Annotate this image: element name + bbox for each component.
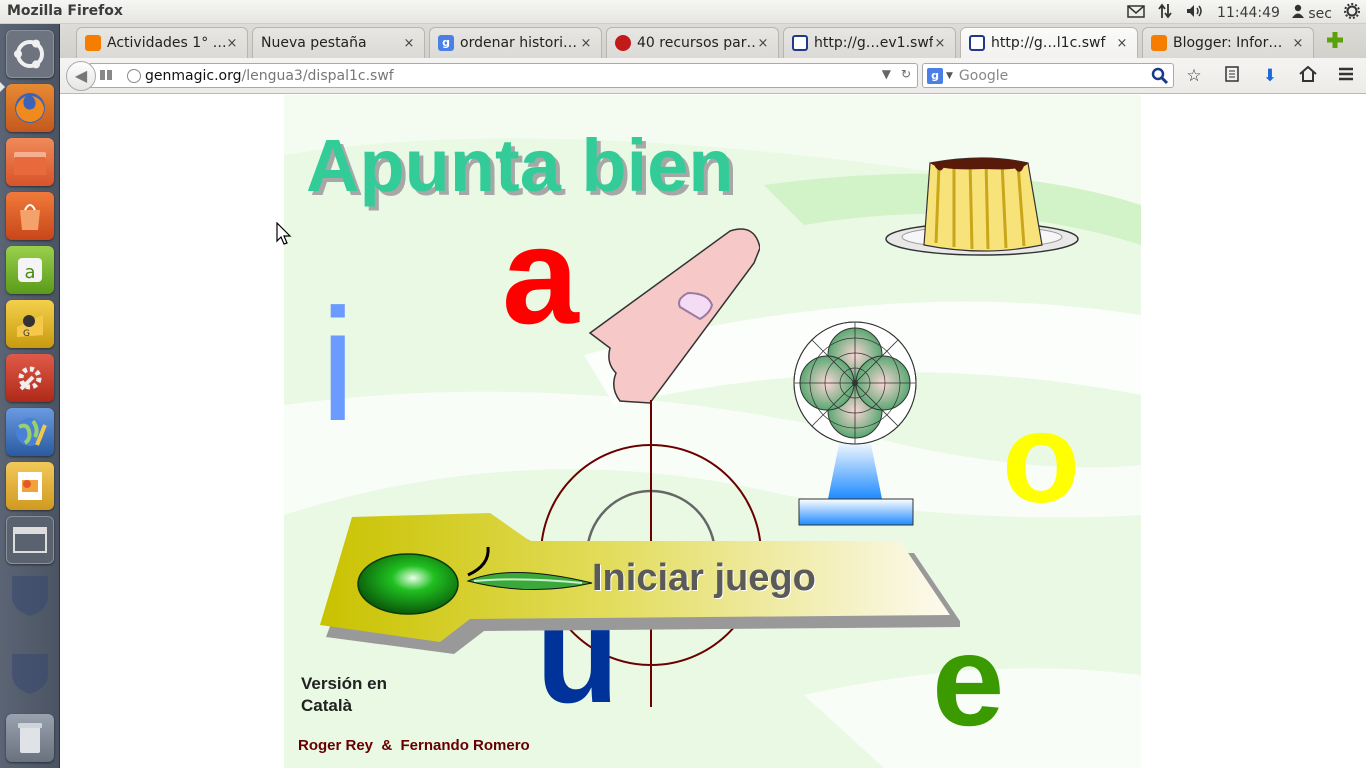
close-icon[interactable]: ×	[756, 36, 770, 51]
decorative-shield-icon	[6, 570, 54, 618]
show-history-icon[interactable]	[99, 68, 113, 86]
tab-blogger[interactable]: Blogger: Infor… ×	[1142, 27, 1314, 58]
tab-ev1-swf[interactable]: http://g…ev1.swf ×	[783, 27, 956, 58]
close-icon[interactable]: ×	[579, 36, 593, 51]
close-icon[interactable]: ×	[402, 36, 416, 51]
game-title: Apunta bien	[306, 124, 734, 207]
grid-icon	[969, 35, 985, 51]
ubuntu-dash-icon[interactable]	[6, 30, 54, 78]
tab-label: http://g…l1c.swf	[991, 35, 1106, 51]
home-icon[interactable]	[1298, 65, 1318, 87]
google-icon: g	[438, 35, 454, 51]
tab-bar: Actividades 1° … × Nueva pestaña × g ord…	[60, 24, 1366, 58]
svg-text:G: G	[23, 329, 30, 339]
launcher: a G	[0, 24, 60, 768]
running-indicator	[0, 82, 5, 92]
page-content: Apunta bien a i o e u Iniciar juego Vers…	[60, 95, 1366, 768]
search-icon[interactable]	[1151, 67, 1169, 89]
network-arrows-icon[interactable]	[1157, 3, 1173, 23]
flan-picture[interactable]	[884, 153, 1084, 273]
text-editor-icon[interactable]: a	[6, 246, 54, 294]
catalan-version-link[interactable]: Versión en Català	[301, 673, 387, 717]
search-placeholder: Google	[958, 67, 1009, 84]
grid-icon	[792, 35, 808, 51]
fan-picture[interactable]	[790, 321, 920, 531]
files-icon[interactable]	[6, 138, 54, 186]
system-tray: 11:44:49 sec	[1127, 3, 1360, 23]
software-center-icon[interactable]	[6, 192, 54, 240]
tab-nueva-pestana[interactable]: Nueva pestaña ×	[252, 27, 425, 58]
mail-icon[interactable]	[1127, 4, 1145, 22]
google-search-engine-icon[interactable]: g	[927, 67, 943, 84]
letter-o[interactable]: o	[1002, 395, 1080, 523]
dropdown-arrow-icon[interactable]: ▼	[882, 67, 891, 81]
tab-40-recursos[interactable]: 40 recursos par… ×	[606, 27, 779, 58]
system-top-bar: Mozilla Firefox 11:44:49 sec	[0, 0, 1366, 24]
toolbar-icons: ☆ ⬇	[1184, 65, 1356, 87]
volume-icon[interactable]	[1185, 3, 1205, 23]
blogger-icon	[1151, 35, 1167, 51]
bookmark-star-icon[interactable]: ☆	[1184, 66, 1204, 87]
tab-actividades[interactable]: Actividades 1° … ×	[76, 27, 248, 58]
close-icon[interactable]: ×	[933, 36, 947, 51]
flash-game-stage[interactable]: Apunta bien a i o e u Iniciar juego Vers…	[284, 95, 1141, 768]
letter-a[interactable]: a	[502, 207, 579, 345]
globe-icon	[127, 68, 141, 83]
authors-credit: Roger Rey & Fernando Romero	[298, 737, 530, 754]
tab-label: Nueva pestaña	[261, 35, 367, 51]
new-tab-plus-icon[interactable]	[1324, 30, 1346, 52]
tab-label: http://g…ev1.swf	[814, 35, 933, 51]
mouse-pointer-icon	[276, 222, 292, 245]
tab-label: 40 recursos par…	[637, 35, 756, 51]
tab-label: ordenar histori…	[460, 35, 577, 51]
back-arrow-icon: ◀	[74, 66, 88, 85]
navigation-bar: genmagic.org/lengua3/dispal1c.swf ▼ ↻ ◀ …	[60, 58, 1366, 94]
url-bar[interactable]: genmagic.org/lengua3/dispal1c.swf ▼ ↻	[90, 63, 918, 88]
apple-icon	[615, 35, 631, 51]
url-path: /lengua3/dispal1c.swf	[241, 67, 394, 84]
tab-label: Actividades 1° …	[107, 35, 225, 51]
search-box[interactable]: g ▼ Google	[922, 63, 1174, 88]
tab-dispal1c-swf[interactable]: http://g…l1c.swf ×	[960, 27, 1138, 58]
catalan-version-line2: Català	[301, 696, 353, 715]
clock-text[interactable]: 11:44:49	[1217, 5, 1280, 21]
menu-hamburger-icon[interactable]	[1336, 66, 1356, 87]
web-browser-icon[interactable]	[6, 408, 54, 456]
url-host: genmagic.org	[145, 67, 242, 84]
tab-ordenar-historias[interactable]: g ordenar histori… ×	[429, 27, 602, 58]
svg-text:a: a	[24, 262, 35, 283]
downloads-icon[interactable]: ⬇	[1260, 66, 1280, 87]
decorative-shield-icon	[6, 648, 54, 696]
window-title: Mozilla Firefox	[7, 3, 123, 19]
firefox-icon[interactable]	[6, 84, 54, 132]
user-menu[interactable]: sec	[1291, 4, 1332, 22]
trash-icon[interactable]	[6, 714, 54, 762]
fingernail-picture[interactable]	[580, 223, 760, 413]
workspace-switcher-icon[interactable]	[6, 516, 54, 564]
tab-label: Blogger: Infor…	[1173, 35, 1283, 51]
close-icon[interactable]: ×	[225, 36, 239, 51]
user-icon	[1291, 4, 1308, 22]
power-gear-icon[interactable]	[1344, 3, 1360, 23]
close-icon[interactable]: ×	[1291, 36, 1305, 51]
back-button[interactable]: ◀	[66, 61, 96, 91]
blogger-icon	[85, 35, 101, 51]
impress-presentation-icon[interactable]	[6, 462, 54, 510]
user-name: sec	[1308, 6, 1332, 22]
reload-icon[interactable]: ↻	[901, 67, 911, 81]
close-icon[interactable]: ×	[1115, 36, 1129, 51]
search-engine-dropdown-icon[interactable]: ▼	[946, 71, 953, 81]
catalan-version-line1: Versión en	[301, 674, 387, 693]
bookmarks-menu-icon[interactable]	[1222, 66, 1242, 87]
letter-i[interactable]: i	[320, 285, 356, 445]
start-game-button[interactable]: Iniciar juego	[320, 513, 960, 659]
system-settings-icon[interactable]	[6, 354, 54, 402]
game-app-icon[interactable]: G	[6, 300, 54, 348]
start-game-label: Iniciar juego	[592, 557, 816, 599]
